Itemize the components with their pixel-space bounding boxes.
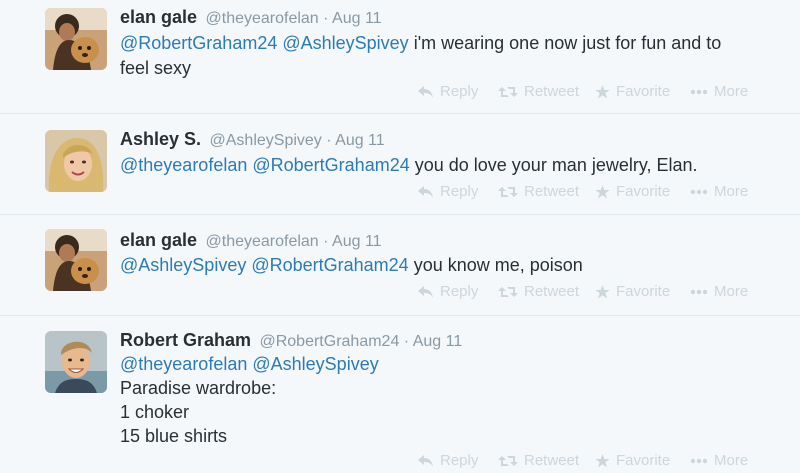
favorite-button[interactable]: Favorite	[595, 83, 670, 100]
more-button[interactable]: More	[690, 183, 748, 200]
favorite-button[interactable]: Favorite	[595, 283, 670, 300]
timestamp[interactable]: Aug 11	[332, 233, 382, 250]
tweet-header: Robert Graham @RobertGraham24 · Aug 11	[120, 330, 462, 352]
more-dots-icon	[690, 289, 708, 295]
more-label: More	[714, 183, 749, 200]
tweet[interactable]: elan gale @theyearofelan · Aug 11 @Ashle…	[0, 215, 800, 316]
more-label: More	[714, 452, 749, 469]
tweet[interactable]: elan gale @theyearofelan · Aug 11 @Rober…	[0, 0, 800, 114]
tweet-text: @RobertGraham24 @AshleySpivey i'm wearin…	[120, 31, 770, 81]
tweet-text-line: 1 choker	[120, 402, 190, 422]
tweet-text-line: Paradise wardrobe:	[120, 378, 277, 398]
favorite-button[interactable]: Favorite	[595, 452, 670, 469]
reply-icon	[418, 285, 434, 299]
separator: ·	[323, 233, 329, 250]
author-handle[interactable]: @AshleySpivey	[210, 132, 322, 149]
reply-label: Reply	[440, 283, 479, 300]
avatar[interactable]	[45, 229, 107, 291]
star-icon	[595, 84, 610, 99]
retweet-label: Retweet	[524, 283, 580, 300]
reply-icon	[418, 454, 434, 468]
retweet-icon	[498, 185, 518, 199]
retweet-button[interactable]: Retweet	[498, 452, 579, 469]
reply-button[interactable]: Reply	[418, 183, 478, 200]
tweet-header: elan gale @theyearofelan · Aug 11	[120, 7, 382, 29]
more-dots-icon	[690, 189, 708, 195]
retweet-icon	[498, 285, 518, 299]
more-dots-icon	[690, 458, 708, 464]
favorite-button[interactable]: Favorite	[595, 183, 670, 200]
author-name[interactable]: Robert Graham	[120, 330, 251, 350]
favorite-label: Favorite	[616, 183, 671, 200]
mention-link[interactable]: @RobertGraham24	[252, 155, 409, 175]
favorite-label: Favorite	[616, 452, 671, 469]
tweet-timeline: elan gale @theyearofelan · Aug 11 @Rober…	[0, 0, 800, 473]
tweet-text-line: feel sexy	[120, 58, 192, 78]
separator: ·	[403, 333, 410, 350]
retweet-button[interactable]: Retweet	[498, 283, 579, 300]
separator: ·	[326, 132, 332, 149]
reply-label: Reply	[440, 183, 479, 200]
tweet-text: @theyearofelan @RobertGraham24 you do lo…	[120, 153, 770, 178]
mention-link[interactable]: @theyearofelan	[120, 354, 247, 374]
tweet-text: @AshleySpivey @RobertGraham24 you know m…	[120, 253, 770, 278]
reply-button[interactable]: Reply	[418, 452, 478, 469]
mention-link[interactable]: @RobertGraham24	[120, 33, 277, 53]
more-label: More	[714, 83, 749, 100]
star-icon	[595, 284, 610, 299]
tweet-text-line: you do love your man jewelry, Elan.	[414, 155, 698, 175]
retweet-label: Retweet	[524, 183, 580, 200]
avatar[interactable]	[45, 130, 107, 192]
tweet-header: elan gale @theyearofelan · Aug 11	[120, 230, 382, 252]
retweet-icon	[498, 85, 518, 99]
timestamp[interactable]: Aug 11	[335, 132, 385, 149]
tweet-text-line: 15 blue shirts	[120, 426, 228, 446]
reply-icon	[418, 85, 434, 99]
avatar[interactable]	[45, 8, 107, 70]
author-name[interactable]: elan gale	[120, 230, 197, 250]
tweet[interactable]: Robert Graham @RobertGraham24 · Aug 11 @…	[0, 316, 800, 473]
reply-button[interactable]: Reply	[418, 283, 478, 300]
author-handle[interactable]: @theyearofelan	[206, 10, 319, 27]
more-label: More	[714, 283, 749, 300]
retweet-button[interactable]: Retweet	[498, 83, 579, 100]
retweet-icon	[498, 454, 518, 468]
more-button[interactable]: More	[690, 83, 748, 100]
author-name[interactable]: elan gale	[120, 7, 197, 27]
reply-icon	[418, 185, 434, 199]
retweet-label: Retweet	[524, 83, 580, 100]
retweet-button[interactable]: Retweet	[498, 183, 579, 200]
mention-link[interactable]: @AshleySpivey	[120, 255, 246, 275]
tweet[interactable]: Ashley S. @AshleySpivey · Aug 11 @theyea…	[0, 114, 800, 215]
favorite-label: Favorite	[616, 83, 671, 100]
separator: ·	[323, 10, 329, 27]
reply-button[interactable]: Reply	[418, 83, 478, 100]
tweet-header: Ashley S. @AshleySpivey · Aug 11	[120, 129, 385, 151]
tweet-text-line: you know me, poison	[413, 255, 583, 275]
reply-label: Reply	[440, 452, 479, 469]
author-handle[interactable]: @theyearofelan	[206, 233, 319, 250]
star-icon	[595, 184, 610, 199]
star-icon	[595, 453, 610, 468]
tweet-text-line: i'm wearing one now just for fun and to	[413, 33, 722, 53]
more-button[interactable]: More	[690, 452, 748, 469]
avatar[interactable]	[45, 331, 107, 393]
mention-link[interactable]: @AshleySpivey	[282, 33, 408, 53]
more-button[interactable]: More	[690, 283, 748, 300]
mention-link[interactable]: @RobertGraham24	[251, 255, 408, 275]
tweet-text: @theyearofelan @AshleySpivey Paradise wa…	[120, 352, 770, 448]
timestamp[interactable]: Aug 11	[413, 333, 463, 350]
retweet-label: Retweet	[524, 452, 580, 469]
reply-label: Reply	[440, 83, 479, 100]
author-handle[interactable]: @RobertGraham24	[259, 333, 399, 350]
mention-link[interactable]: @AshleySpivey	[252, 354, 378, 374]
author-name[interactable]: Ashley S.	[120, 129, 201, 149]
favorite-label: Favorite	[616, 283, 671, 300]
timestamp[interactable]: Aug 11	[332, 10, 382, 27]
more-dots-icon	[690, 89, 708, 95]
mention-link[interactable]: @theyearofelan	[120, 155, 247, 175]
